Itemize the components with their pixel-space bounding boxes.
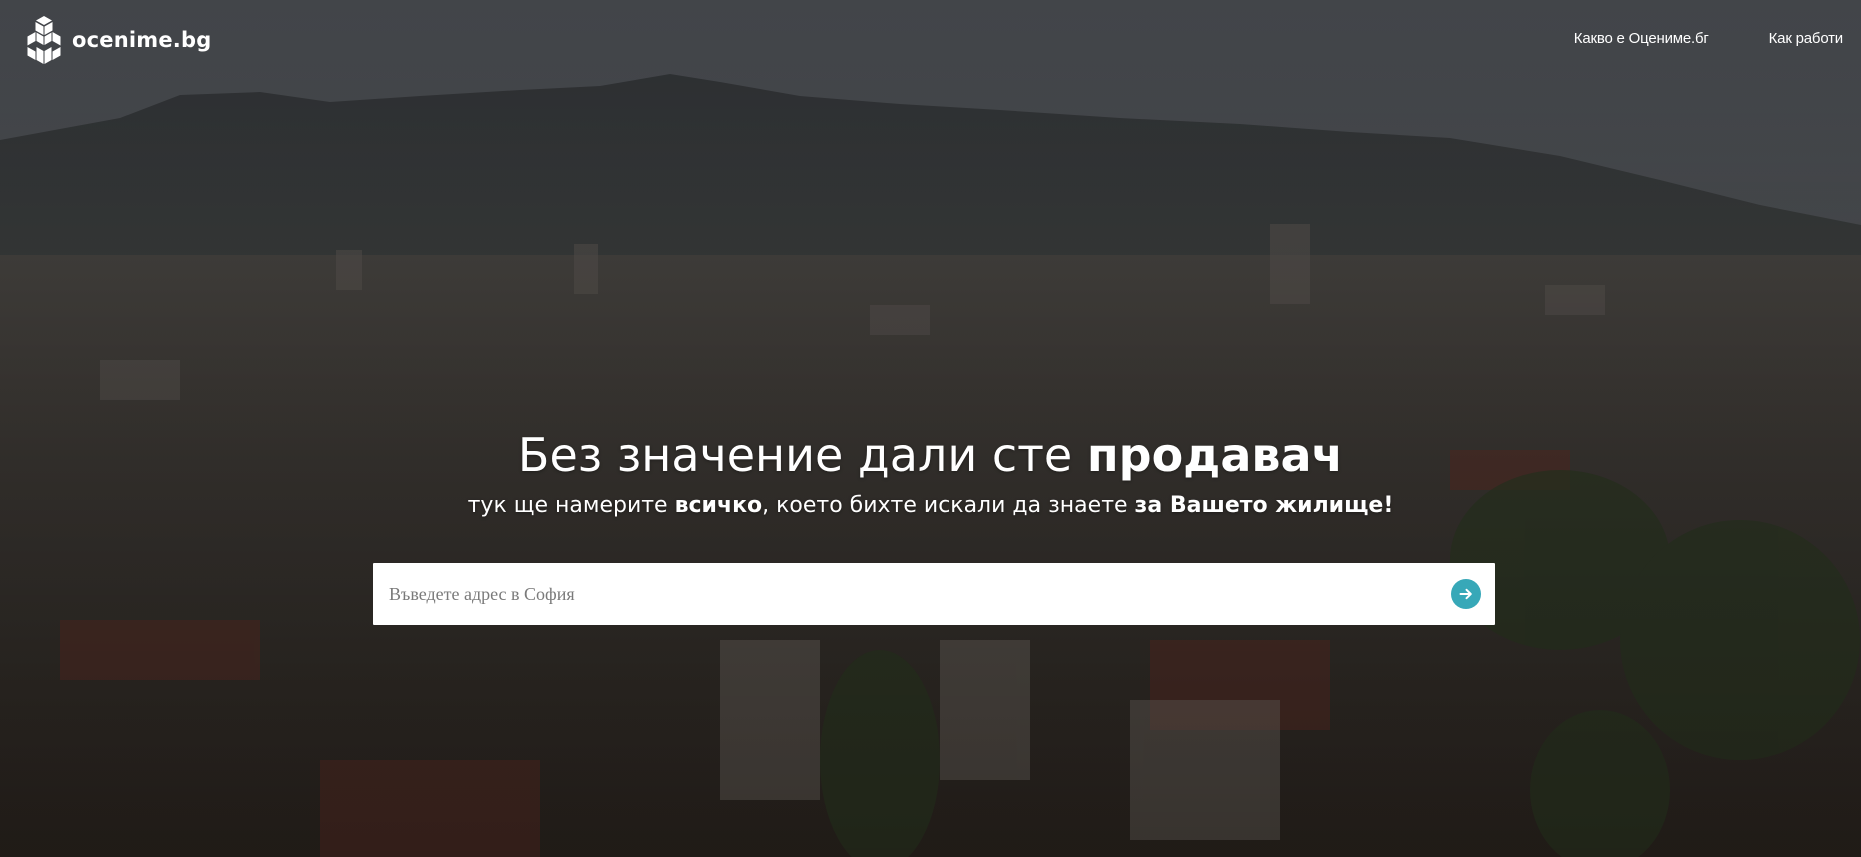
- hero-headline-text: Без значение дали сте: [517, 428, 1087, 482]
- nav-link-how-it-works[interactable]: Как работи: [1769, 30, 1844, 47]
- hero-subheadline-emphasis-2: за Вашето жилище!: [1134, 493, 1394, 518]
- hero-headline-emphasis: продавач: [1086, 428, 1344, 482]
- nav-link-what-is[interactable]: Какво е Оцениме.бг: [1574, 30, 1709, 47]
- search-submit-button[interactable]: [1451, 579, 1481, 609]
- brand-logo[interactable]: ocenime.bg: [26, 12, 211, 68]
- hero-subheadline-text-2: , което бихте искали да знаете: [762, 493, 1135, 518]
- address-search-input[interactable]: [373, 563, 1423, 625]
- arrow-right-circle-icon: [1459, 588, 1472, 600]
- hero-subheadline-emphasis-1: всичко: [674, 493, 763, 518]
- hero-subheadline-text-1: тук ще намерите: [467, 493, 675, 518]
- stacked-cubes-icon: [27, 16, 61, 64]
- main-nav: Какво е Оцениме.бг Как работи: [1574, 30, 1843, 47]
- address-search-box: [373, 563, 1495, 625]
- hero-section: ocenime.bg Какво е Оцениме.бг Как работи…: [0, 0, 1861, 857]
- brand-name: ocenime.bg: [72, 28, 212, 52]
- hero-subheadline: тук ще намерите всичко, което бихте иска…: [0, 489, 1861, 523]
- top-navigation-bar: ocenime.bg Какво е Оцениме.бг Как работи: [0, 0, 1861, 82]
- hero-headline: Без значение дали сте продавач: [0, 422, 1861, 488]
